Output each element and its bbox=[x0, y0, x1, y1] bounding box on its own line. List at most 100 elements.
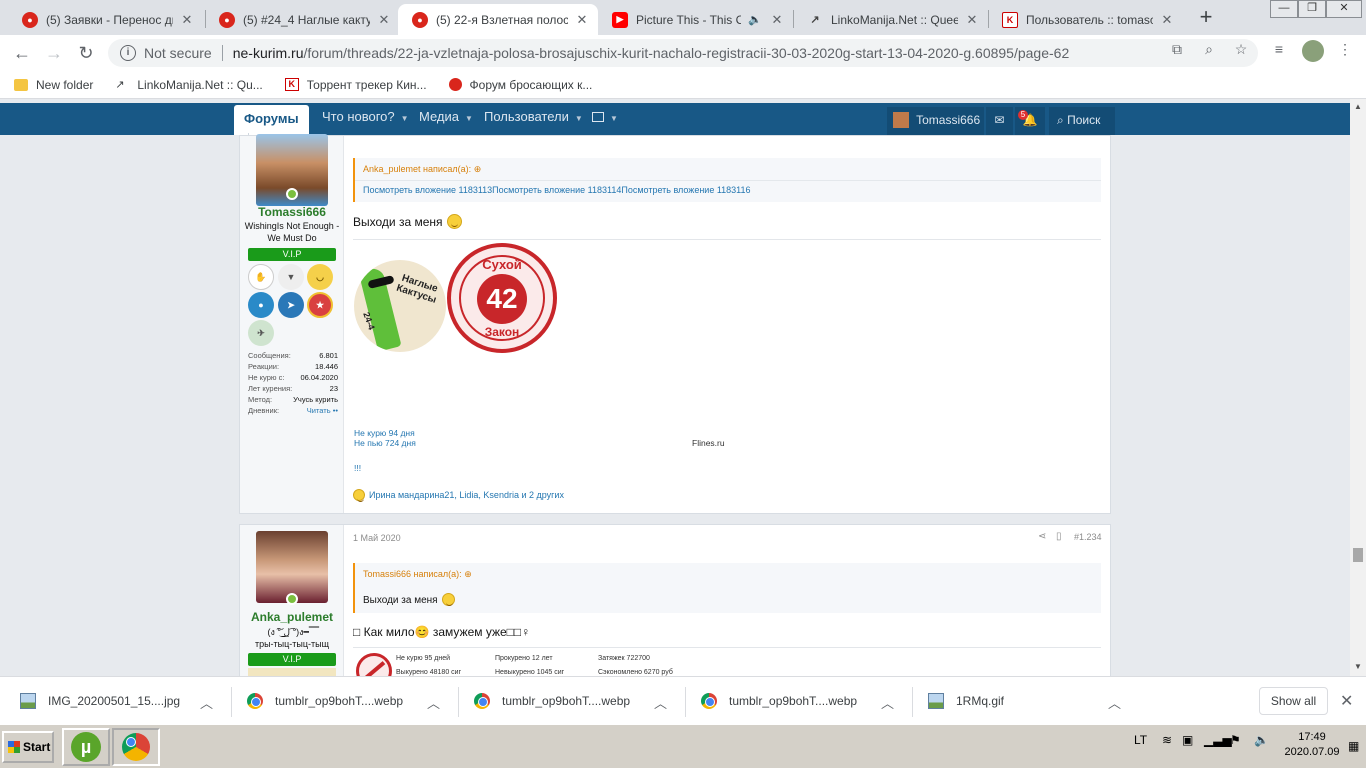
signature-no-smoking[interactable]: Не курю 94 дня bbox=[354, 428, 415, 438]
tab-kinozal-user[interactable]: K Пользователь :: tomasce ✕ bbox=[988, 4, 1183, 35]
download-shelf: IMG_20200501_15....jpg ︿ tumblr_op9bohT.… bbox=[0, 676, 1366, 724]
show-all-downloads-button[interactable]: Show all bbox=[1259, 687, 1328, 715]
post-user-panel: Tomassi666 WishingIs Not Enough - We Mus… bbox=[240, 134, 344, 513]
download-item[interactable]: tumblr_op9bohT....webp bbox=[701, 677, 901, 725]
share-icon[interactable]: ⋖ bbox=[1038, 531, 1046, 542]
security-status: Not secure bbox=[144, 45, 212, 61]
cactus-sticker-image[interactable]: Наглые Кактусы 24-4 bbox=[354, 260, 446, 352]
reload-button[interactable]: ↻ bbox=[74, 41, 98, 65]
nav-media[interactable]: Медиа ▼ bbox=[419, 103, 473, 135]
utorrent-taskbar-button[interactable]: µ bbox=[62, 728, 110, 766]
download-item[interactable]: IMG_20200501_15....jpg bbox=[20, 677, 220, 725]
close-icon[interactable]: ✕ bbox=[964, 12, 980, 28]
chrome-taskbar-button[interactable] bbox=[112, 728, 160, 766]
username[interactable]: Anka_pulemet bbox=[240, 610, 344, 624]
image-file-icon bbox=[928, 693, 944, 709]
close-icon[interactable]: ✕ bbox=[574, 12, 590, 28]
user-title: (ง ͠° ͟ل͜ ͡°)ง━ ̿̿ ̿ ̿ bbox=[267, 627, 317, 637]
diary-link[interactable]: Читать •• bbox=[307, 406, 338, 415]
url-text[interactable]: ne-kurim.ru/forum/threads/22-ja-vzletnaj… bbox=[233, 45, 1070, 61]
chevron-up-icon[interactable]: ︿ bbox=[881, 693, 894, 712]
quote-author[interactable]: Anka_pulemet написал(а): ⊕ bbox=[355, 158, 1101, 180]
bookmark-star-icon[interactable]: ☆ bbox=[1232, 41, 1250, 59]
new-tab-button[interactable]: + bbox=[1194, 6, 1218, 30]
profile-avatar[interactable] bbox=[1302, 40, 1324, 62]
medal-icon: ★ bbox=[307, 292, 333, 318]
scrollbar-thumb[interactable] bbox=[1353, 548, 1363, 562]
tab-linkomanija[interactable]: ↗ LinkoManija.Net :: Queen c ✕ bbox=[793, 4, 988, 35]
usb-device-icon[interactable]: ▣ bbox=[1182, 733, 1193, 747]
chevron-up-icon[interactable]: ︿ bbox=[427, 693, 440, 712]
address-bar[interactable]: i Not secure ne-kurim.ru/forum/threads/2… bbox=[108, 39, 1258, 67]
chrome-icon bbox=[122, 733, 150, 761]
download-item[interactable]: 1RMq.gif bbox=[928, 677, 1128, 725]
username[interactable]: Tomassi666 bbox=[240, 205, 344, 219]
bookmark-new-folder[interactable]: New folder bbox=[14, 78, 93, 92]
user-title: тры-тыц-тыц-тыщ bbox=[254, 639, 330, 649]
bookmark-linkomanija[interactable]: ↗ LinkoManija.Net :: Qu... bbox=[115, 78, 262, 92]
share-icon[interactable]: ⧉ bbox=[1168, 41, 1186, 59]
media-queue-icon[interactable]: ≡ bbox=[1270, 41, 1288, 59]
online-indicator bbox=[286, 188, 298, 200]
tab-strip: ● (5) Заявки - Перенос дне ✕ ● (5) #24_4… bbox=[0, 0, 1366, 35]
inbox-icon[interactable]: ✉ bbox=[986, 107, 1013, 135]
bookmark-icon[interactable]: ▯ bbox=[1056, 531, 1062, 542]
download-item[interactable]: tumblr_op9bohT....webp bbox=[474, 677, 674, 725]
menu-icon[interactable]: ⋮ bbox=[1336, 41, 1354, 59]
chevron-up-icon[interactable]: ︿ bbox=[200, 693, 213, 712]
page-viewport: Форумы ▾ Что нового?▼ Медиа▼ Пользовател… bbox=[0, 99, 1350, 676]
reactions-bar[interactable]: Ирина мандарина21, Lidia, Ksendria и 2 д… bbox=[353, 489, 564, 502]
nav-extra-menu[interactable]: ▼ bbox=[592, 103, 618, 135]
info-icon[interactable]: i bbox=[120, 45, 136, 61]
page-scrollbar[interactable] bbox=[1350, 99, 1366, 676]
quote-text: Выходи за меня bbox=[363, 593, 455, 606]
post-date[interactable]: 1 Май 2020 bbox=[353, 533, 401, 543]
youtube-icon: ▶ bbox=[612, 11, 628, 28]
quote-attachments[interactable]: Посмотреть вложение 1183113Посмотреть вл… bbox=[355, 180, 1101, 199]
nav-members[interactable]: Пользователи ▼ bbox=[484, 103, 583, 135]
scroll-down-arrow[interactable]: ▼ bbox=[1353, 662, 1363, 671]
search-button[interactable]: ⌕ Поиск bbox=[1049, 107, 1115, 135]
tab-kaktusy[interactable]: ● (5) #24_4 Наглые кактусы ✕ bbox=[205, 4, 400, 35]
back-button[interactable]: ← bbox=[10, 41, 34, 65]
window-close-button[interactable]: ✕ bbox=[1326, 0, 1362, 18]
tab-youtube[interactable]: ▶ Picture This - This Chris 🔈 ✕ bbox=[598, 4, 793, 35]
close-icon[interactable]: ✕ bbox=[1340, 691, 1353, 711]
language-indicator[interactable]: LT bbox=[1134, 733, 1147, 747]
chevron-up-icon[interactable]: ︿ bbox=[1108, 693, 1121, 712]
tray-expand-icon[interactable]: ≋ bbox=[1162, 733, 1172, 747]
scroll-up-arrow[interactable]: ▲ bbox=[1353, 102, 1363, 111]
volume-icon[interactable]: 🔈 bbox=[1254, 733, 1269, 747]
download-item[interactable]: tumblr_op9bohT....webp bbox=[247, 677, 447, 725]
close-icon[interactable]: ✕ bbox=[179, 12, 195, 28]
notification-icon[interactable]: ▦ bbox=[1348, 739, 1359, 753]
zoom-icon[interactable]: ⌕ bbox=[1200, 41, 1218, 59]
stamp-42-image[interactable]: Сухой 42 Закон bbox=[447, 243, 557, 353]
forum-icon: ● bbox=[412, 11, 428, 28]
quote-author[interactable]: Tomassi666 написал(а): ⊕ bbox=[355, 563, 1101, 585]
nav-user-account[interactable]: Tomassi666 bbox=[887, 107, 984, 135]
bookmark-kinozal[interactable]: K Торрент трекер Кин... bbox=[284, 78, 427, 92]
linkomanija-icon: ↗ bbox=[115, 78, 125, 91]
forward-button[interactable]: → bbox=[42, 41, 66, 65]
tab-zayavki[interactable]: ● (5) Заявки - Перенос дне ✕ bbox=[8, 4, 203, 35]
post-number[interactable]: #1.234 bbox=[1074, 532, 1102, 542]
close-icon[interactable]: ✕ bbox=[1159, 12, 1175, 28]
chevron-up-icon[interactable]: ︿ bbox=[654, 693, 667, 712]
kinozal-icon: K bbox=[1002, 11, 1018, 28]
start-button[interactable]: Start bbox=[2, 731, 54, 763]
minimize-button[interactable]: — bbox=[1270, 0, 1298, 18]
close-icon[interactable]: ✕ bbox=[376, 12, 392, 28]
nav-whats-new[interactable]: Что нового? ▼ bbox=[322, 103, 409, 135]
network-signal-icon[interactable]: ▁▃▅ bbox=[1204, 733, 1232, 747]
nav-forums[interactable]: Форумы ▾ bbox=[234, 105, 309, 159]
signature-no-drinking[interactable]: Не пью 724 дня bbox=[354, 438, 416, 448]
restore-button[interactable]: ❐ bbox=[1298, 0, 1326, 18]
system-clock[interactable]: 17:49 2020.07.09 bbox=[1280, 730, 1344, 760]
flag-icon[interactable]: ⚑ bbox=[1230, 733, 1241, 747]
signature-site[interactable]: Flines.ru bbox=[692, 438, 725, 448]
bookmark-forum[interactable]: Форум бросающих к... bbox=[448, 78, 592, 92]
close-icon[interactable]: ✕ bbox=[769, 12, 785, 28]
alerts-bell-icon[interactable]: 🔔 5 bbox=[1015, 107, 1045, 135]
tab-vzletnaja-polosa[interactable]: ● (5) 22-я Взлетная полоса ✕ bbox=[398, 4, 598, 35]
